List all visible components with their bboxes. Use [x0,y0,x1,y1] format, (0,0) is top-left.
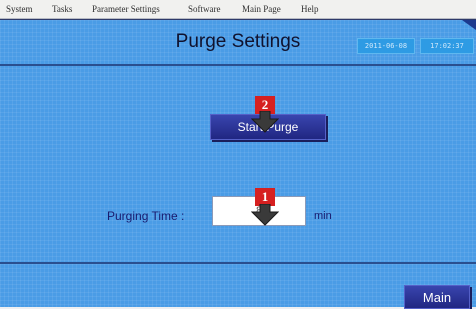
menu-item-parameter-settings[interactable]: Parameter Settings [92,4,160,14]
screen-header: Purge Settings 2011-06-08 17:02:37 [0,20,476,66]
main-button[interactable]: Main [404,285,470,309]
down-arrow-icon [251,111,279,133]
corner-decoration [462,20,476,30]
date-display: 2011-06-08 [357,38,415,54]
menu-item-help[interactable]: Help [301,4,319,14]
purging-time-unit: min [314,210,332,222]
footer-divider [0,262,476,264]
menu-bar: System Tasks Parameter Settings Software… [0,0,476,19]
menu-item-tasks[interactable]: Tasks [52,4,72,14]
menu-item-main-page[interactable]: Main Page [242,4,281,14]
menu-item-software[interactable]: Software [188,4,221,14]
menu-item-system[interactable]: System [6,4,33,14]
purge-settings-screen: Purge Settings 2011-06-08 17:02:37 Start… [0,19,476,309]
down-arrow-icon [251,204,279,226]
purging-time-label: Purging Time : [107,209,185,223]
time-display: 17:02:37 [420,38,474,54]
